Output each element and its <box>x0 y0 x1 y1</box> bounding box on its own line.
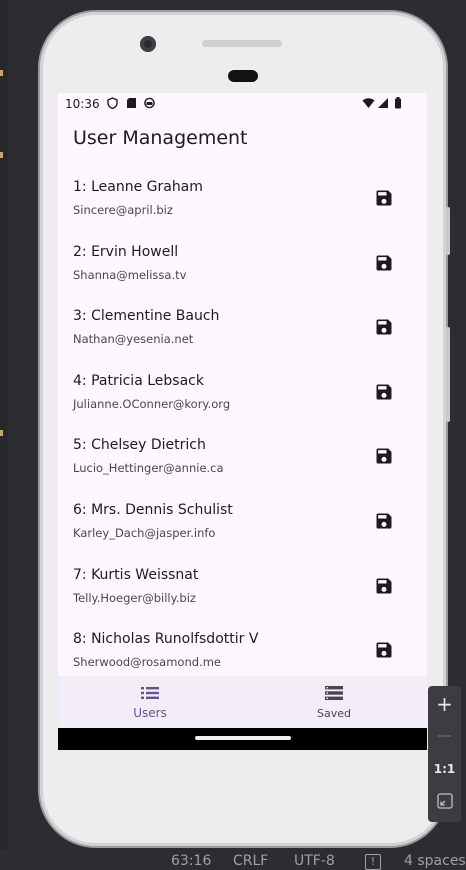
earpiece-speaker <box>202 40 282 47</box>
list-item[interactable]: 2: Ervin Howell Shanna@melissa.tv <box>58 228 427 293</box>
sim-card-icon <box>127 98 136 108</box>
storage-icon <box>325 686 343 700</box>
ide-editor-gutter <box>0 0 8 850</box>
face-icon <box>144 97 155 109</box>
shield-icon <box>107 97 118 109</box>
page-title: User Management <box>73 127 248 149</box>
list-item[interactable]: 5: Chelsey Dietrich Lucio_Hettinger@anni… <box>58 421 427 486</box>
proximity-sensor <box>228 70 258 82</box>
list-icon <box>141 687 159 699</box>
save-icon[interactable] <box>374 446 394 466</box>
user-name: 4: Patricia Lebsack <box>73 372 204 389</box>
ide-gutter-marker <box>0 70 3 76</box>
list-item[interactable]: 8: Nicholas Runolfsdottir V Sherwood@ros… <box>58 615 427 680</box>
indent-setting[interactable]: 4 spaces <box>404 853 466 869</box>
nav-item-saved[interactable]: Saved <box>242 676 426 728</box>
user-email: Lucio_Hettinger@annie.ca <box>73 461 224 476</box>
zoom-out-button[interactable]: — <box>428 721 461 751</box>
user-name: 8: Nicholas Runolfsdottir V <box>73 631 259 648</box>
nav-item-users[interactable]: Users <box>58 676 242 728</box>
save-icon[interactable] <box>374 576 394 596</box>
user-name: 7: Kurtis Weissnat <box>73 566 199 583</box>
user-email: Telly.Hoeger@billy.biz <box>73 590 196 605</box>
fit-screen-button[interactable] <box>428 786 461 816</box>
list-item[interactable]: 7: Kurtis Weissnat Telly.Hoeger@billy.bi… <box>58 551 427 616</box>
fit-screen-icon <box>436 793 453 809</box>
device-screen: 10:36 User Management 1: Leanne Graham S… <box>58 93 427 750</box>
user-name: 3: Clementine Bauch <box>73 308 220 325</box>
user-email: Karley_Dach@jasper.info <box>73 526 216 540</box>
user-name: 6: Mrs. Dennis Schulist <box>73 502 233 518</box>
user-name: 1: Leanne Graham <box>73 179 203 195</box>
user-email: Shanna@melissa.tv <box>73 267 187 282</box>
status-bar: 10:36 <box>58 93 427 115</box>
save-icon[interactable] <box>374 382 394 402</box>
user-email: Sherwood@rosamond.me <box>73 655 221 670</box>
user-name: 5: Chelsey Dietrich <box>73 437 206 454</box>
power-button[interactable] <box>446 207 450 255</box>
list-item[interactable]: 1: Leanne Graham Sincere@april.biz <box>58 163 427 228</box>
zoom-in-button[interactable]: + <box>428 689 461 719</box>
line-ending[interactable]: CRLF <box>233 853 268 869</box>
wifi-icon <box>362 98 375 108</box>
nav-label-users: Users <box>133 706 167 720</box>
ide-gutter-marker <box>0 152 3 158</box>
battery-icon <box>395 97 401 109</box>
user-name: 2: Ervin Howell <box>73 243 179 260</box>
save-icon[interactable] <box>374 640 394 660</box>
cursor-position[interactable]: 63:16 <box>171 853 211 869</box>
user-email: Sincere@april.biz <box>73 203 173 217</box>
nav-label-saved: Saved <box>317 707 351 720</box>
save-icon[interactable] <box>374 253 394 273</box>
save-icon[interactable] <box>374 511 394 531</box>
ide-gutter-marker <box>0 430 3 436</box>
home-gesture-handle[interactable] <box>195 736 291 740</box>
list-item[interactable]: 6: Mrs. Dennis Schulist Karley_Dach@jasp… <box>58 486 427 551</box>
user-email: Nathan@yesenia.net <box>73 332 194 347</box>
status-time: 10:36 <box>65 97 100 111</box>
emulator-zoom-panel: + — 1:1 <box>428 686 461 822</box>
gesture-navigation-bar <box>58 728 427 750</box>
volume-button[interactable] <box>446 327 450 422</box>
file-encoding[interactable]: UTF-8 <box>294 853 335 869</box>
front-camera <box>140 36 156 52</box>
list-item[interactable]: 3: Clementine Bauch Nathan@yesenia.net <box>58 292 427 357</box>
save-icon[interactable] <box>374 317 394 337</box>
cellular-signal-icon <box>378 98 388 108</box>
list-item[interactable]: 4: Patricia Lebsack Julianne.OConner@kor… <box>58 357 427 422</box>
ide-status-bar: 63:16 CRLF UTF-8 ! 4 spaces <box>0 850 466 870</box>
save-icon[interactable] <box>374 188 394 208</box>
actual-size-button[interactable]: 1:1 <box>428 754 461 784</box>
bottom-navigation-bar: Users Saved <box>58 676 427 728</box>
user-email: Julianne.OConner@kory.org <box>73 396 231 411</box>
